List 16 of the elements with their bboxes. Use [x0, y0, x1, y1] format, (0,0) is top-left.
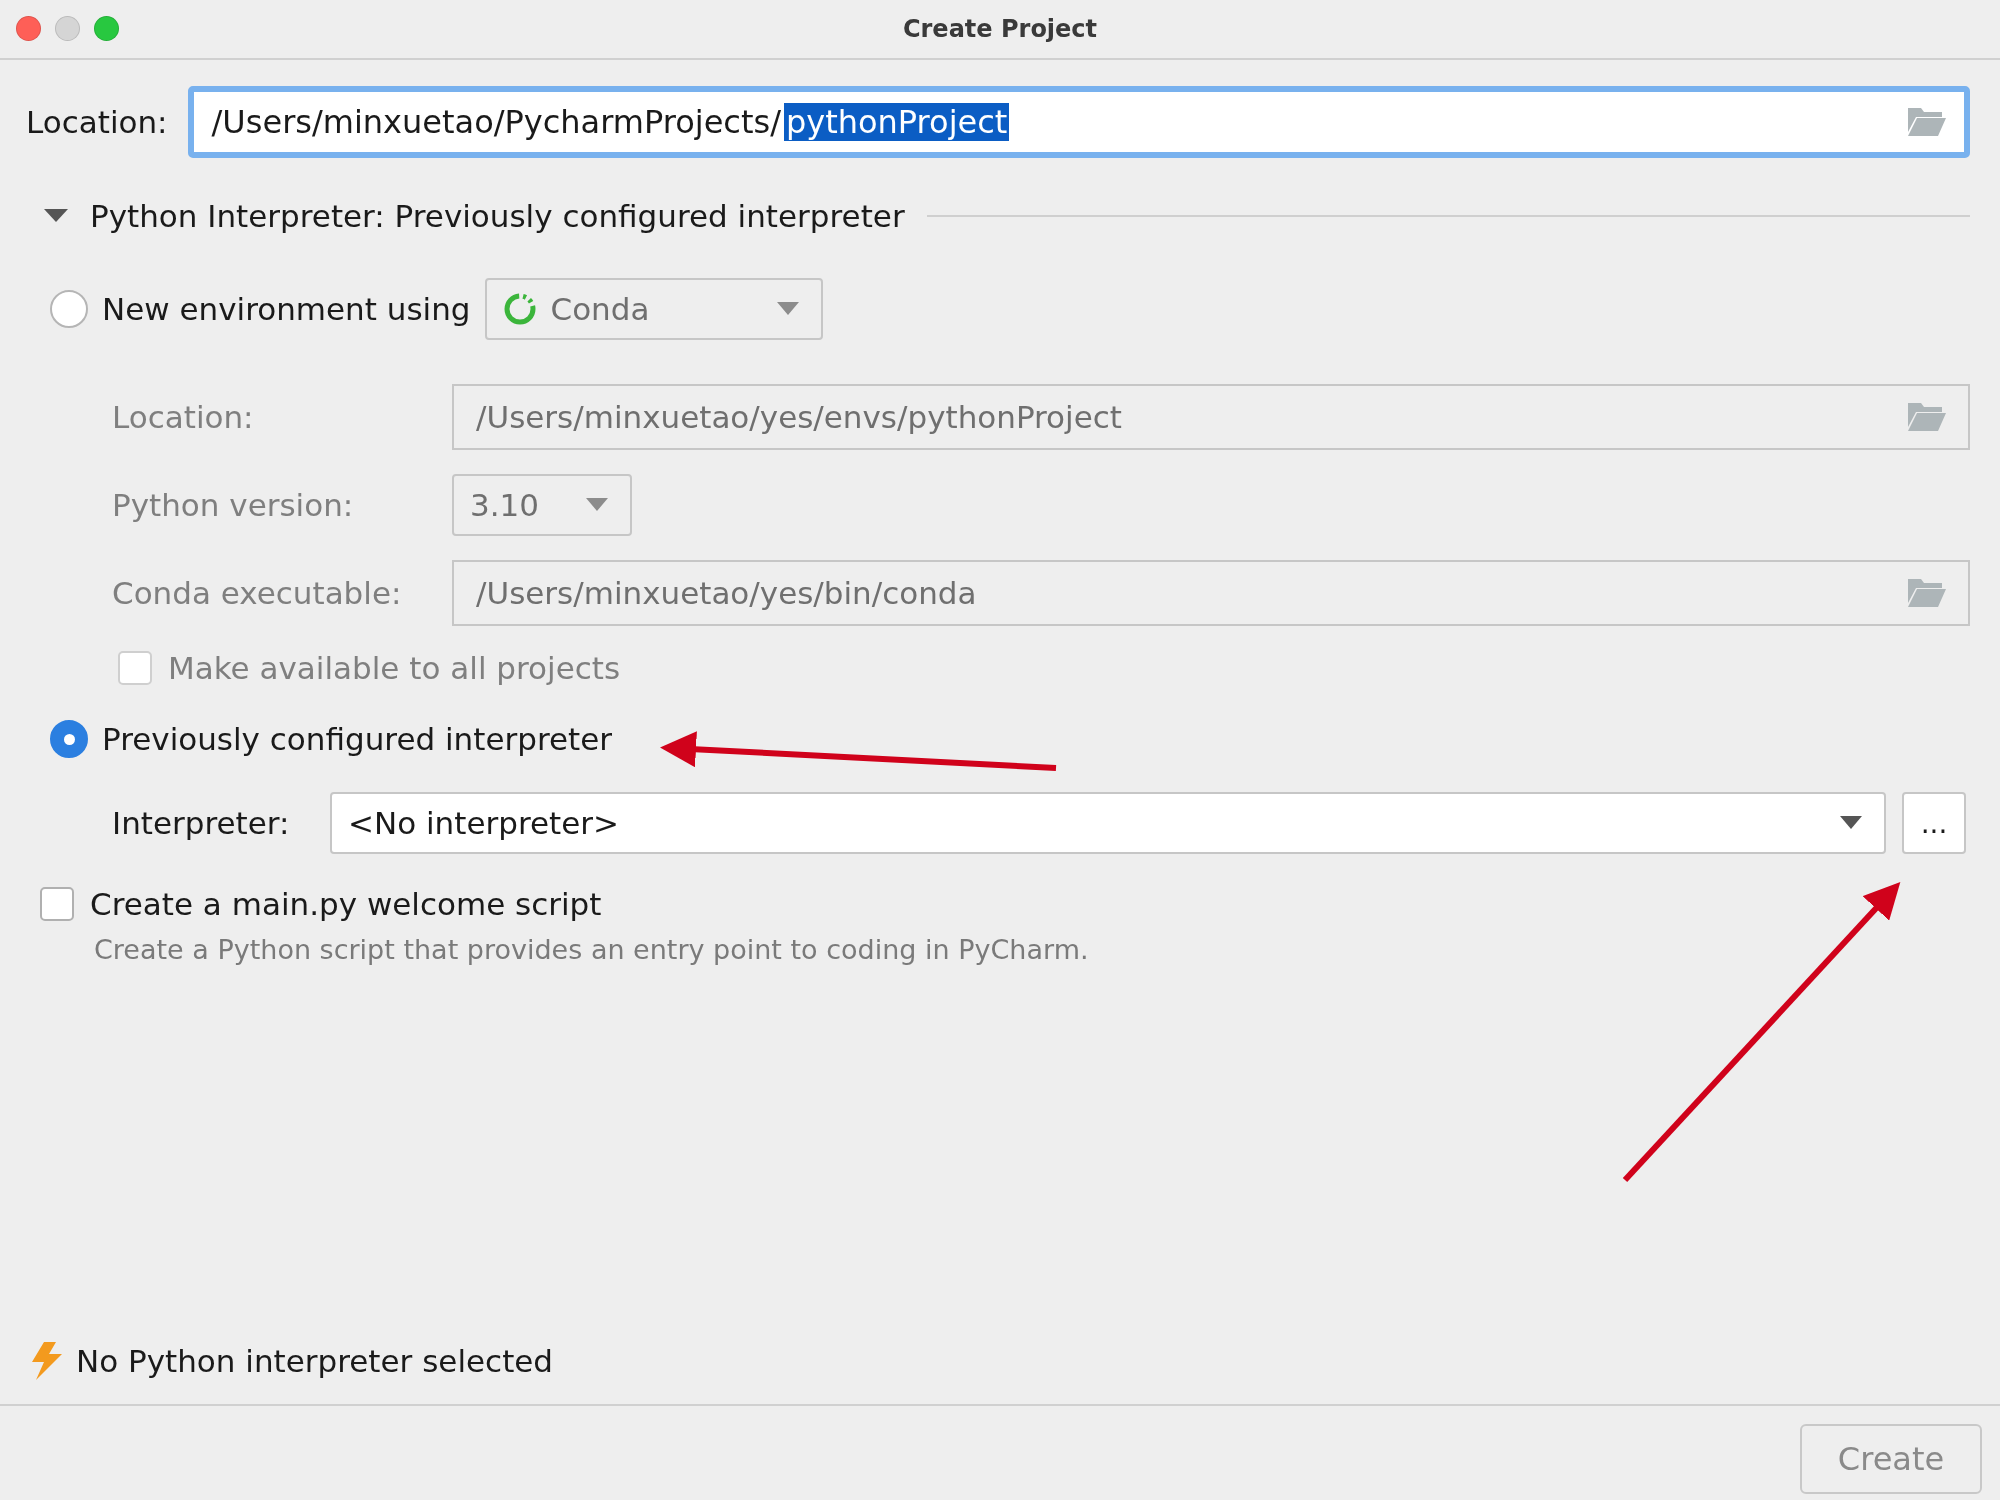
interpreter-dropdown[interactable]: <No interpreter>: [330, 792, 1886, 854]
previous-interpreter-label: Previously configured interpreter: [102, 721, 613, 757]
window-title: Create Project: [902, 15, 1098, 43]
status-message: No Python interpreter selected: [76, 1343, 554, 1379]
checkbox-label: Make available to all projects: [168, 650, 621, 686]
location-field[interactable]: /Users/minxuetao/PycharmProjects/pythonProject: [187, 86, 1970, 158]
browse-button[interactable]: ...: [1902, 792, 1966, 854]
location-label: Location:: [26, 104, 168, 140]
new-environment-label: New environment using: [102, 291, 471, 327]
interpreter-label: Interpreter:: [112, 805, 291, 841]
section-title: Python Interpreter: Previously configured interpreter: [90, 198, 905, 234]
field-label: Conda executable:: [112, 575, 403, 611]
checkbox-label: Create a main.py welcome script: [90, 886, 602, 922]
field-label: Location:: [112, 399, 255, 435]
description-text: Create a Python script that provides an entry point to coding in PyCharm.: [93, 934, 1090, 965]
field-label: Python version:: [112, 487, 355, 523]
